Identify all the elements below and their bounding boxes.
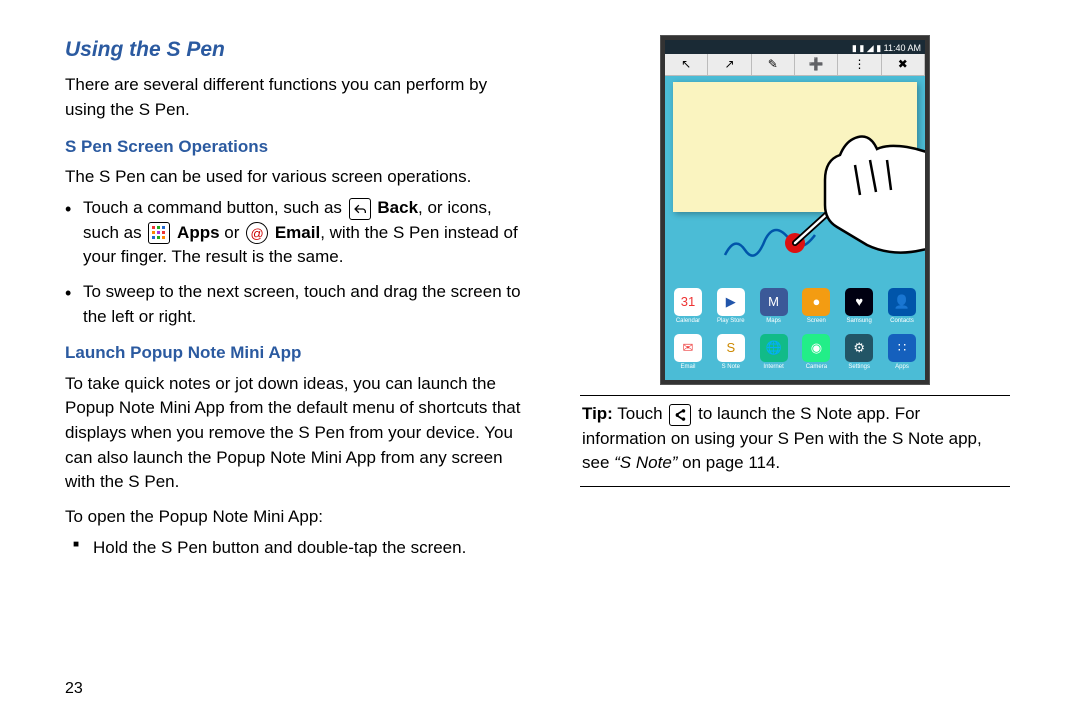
app-dock: 31Calendar ▶Play Store MMaps●Screen ♥Samsun…	[665, 284, 925, 380]
intro-text: There are several different functions yo…	[65, 73, 530, 122]
tip-text-3: on page 114.	[677, 453, 780, 472]
tip-prefix: Tip:	[582, 404, 613, 423]
apps-label: Apps	[177, 223, 220, 242]
email-icon: @	[246, 222, 268, 244]
dock-app: SS Note	[714, 334, 748, 376]
dock-app: 👤Contacts	[885, 288, 919, 330]
tip-top-divider	[580, 395, 1010, 396]
dock-app: ⚙Settings	[842, 334, 876, 376]
bullet-sweep: To sweep to the next screen, touch and d…	[83, 280, 530, 329]
status-bar: ▮ ▮ ◢ ▮ 11:40 AM	[665, 40, 925, 54]
toolbar-button: ✖	[882, 54, 925, 75]
heading-screen-ops: S Pen Screen Operations	[65, 135, 530, 160]
dock-app: 🌐Internet	[757, 334, 791, 376]
page-number: 23	[65, 677, 83, 700]
dock-app: ◉Camera	[799, 334, 833, 376]
dock-app: 31Calendar	[671, 288, 705, 330]
sec2-para: To take quick notes or jot down ideas, y…	[65, 372, 530, 495]
dock-app: ∷Apps	[885, 334, 919, 376]
dock-app: ✉Email	[671, 334, 705, 376]
back-icon	[349, 198, 371, 220]
dock-app: ●Screen	[799, 288, 833, 330]
apps-icon	[148, 222, 170, 244]
toolbar-button: ✎	[752, 54, 795, 75]
bullet1-text-1: Touch a command button, such as	[83, 198, 347, 217]
tip-bottom-divider	[580, 486, 1010, 487]
note-toolbar: ↖↗✎➕⋮✖	[665, 54, 925, 76]
hand-drawing-overlay	[665, 80, 925, 280]
toolbar-button: ➕	[795, 54, 838, 75]
toolbar-button: ⋮	[838, 54, 881, 75]
heading-popup-note: Launch Popup Note Mini App	[65, 341, 530, 366]
device-illustration: ▮ ▮ ◢ ▮ 11:40 AM ↖↗✎➕⋮✖ 31C	[660, 35, 930, 385]
toolbar-button: ↖	[665, 54, 708, 75]
share-icon	[669, 404, 691, 426]
sec2-step: Hold the S Pen button and double-tap the…	[65, 536, 530, 561]
sec2-lead: To open the Popup Note Mini App:	[65, 505, 530, 530]
dock-app: ▶Play Store	[714, 288, 748, 330]
dock-app: MMaps	[757, 288, 791, 330]
tip-box: Tip: Touch to launch the S Note app. For…	[580, 402, 1010, 476]
back-label: Back	[377, 198, 418, 217]
email-label: Email	[275, 223, 320, 242]
heading-using-s-pen: Using the S Pen	[65, 35, 530, 65]
toolbar-button: ↗	[708, 54, 751, 75]
tip-ref: “S Note”	[614, 453, 677, 472]
hand-icon	[825, 137, 925, 253]
bullet-touch-command: Touch a command button, such as Back, or…	[83, 196, 530, 270]
tip-text-1: Touch	[613, 404, 668, 423]
status-time: 11:40 AM	[884, 43, 921, 53]
sec1-intro: The S Pen can be used for various screen…	[65, 165, 530, 190]
bullet1-text-3: or	[220, 223, 245, 242]
dock-app: ♥Samsung	[842, 288, 876, 330]
